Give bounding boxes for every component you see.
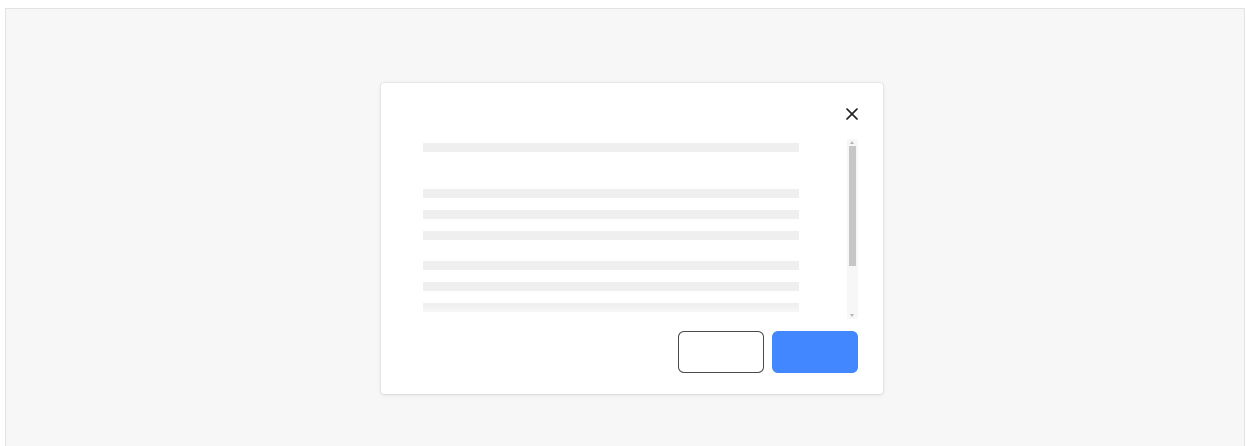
scroll-up-arrow-icon[interactable] — [850, 141, 854, 144]
secondary-button[interactable] — [678, 331, 764, 373]
page-backdrop — [5, 8, 1245, 446]
skeleton-line — [423, 189, 799, 198]
close-icon — [842, 104, 862, 124]
content-scrollbar[interactable] — [847, 139, 858, 319]
scroll-thumb[interactable] — [849, 146, 856, 266]
skeleton-line — [423, 210, 799, 219]
skeleton-line — [423, 282, 799, 291]
modal-dialog — [381, 83, 883, 394]
primary-button[interactable] — [772, 331, 858, 373]
close-button[interactable] — [842, 104, 862, 124]
skeleton-line — [423, 303, 799, 312]
scroll-down-arrow-icon[interactable] — [850, 314, 854, 317]
skeleton-line — [423, 143, 799, 152]
skeleton-line — [423, 231, 799, 240]
skeleton-line — [423, 261, 799, 270]
dialog-content-area — [423, 139, 799, 319]
